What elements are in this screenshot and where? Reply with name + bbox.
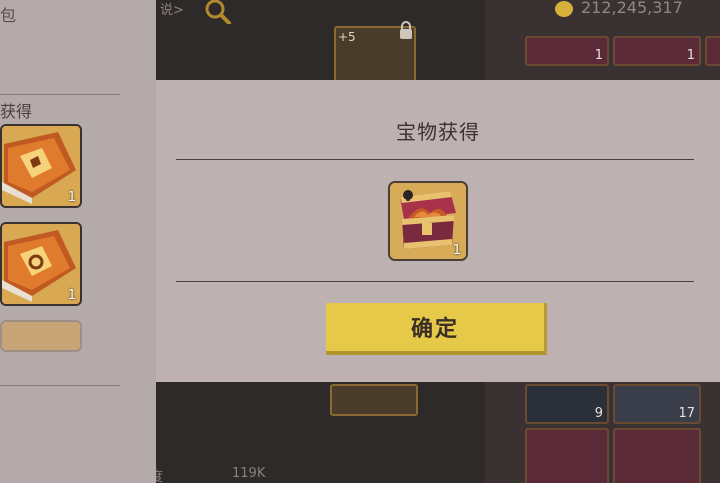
gold-amount: 212,245,317 [581, 0, 683, 17]
item-slot-spellbook[interactable]: 1 [0, 222, 82, 306]
panel-subtitle: 获得 [0, 102, 33, 121]
item-list-panel: 包 获得 1 1 [0, 0, 156, 483]
inventory-slot[interactable]: 1 [705, 36, 720, 66]
level-badge: +5 [338, 30, 356, 44]
divider [0, 94, 120, 95]
search-icon[interactable] [202, 0, 232, 24]
divider [0, 385, 120, 386]
lock-icon [400, 21, 412, 39]
reward-item-slot[interactable]: 1 [388, 181, 468, 261]
dialog-title: 宝物获得 [396, 120, 480, 144]
treasure-reward-dialog: 宝物获得 1 确定 [156, 80, 720, 382]
item-quantity: 1 [67, 190, 76, 205]
divider [176, 159, 694, 160]
divider [176, 281, 694, 282]
inventory-slot[interactable]: 17 [613, 384, 701, 424]
inventory-slot[interactable]: 1 [613, 36, 701, 66]
inventory-slot[interactable]: 9 [525, 384, 609, 424]
item-slot-spellbook[interactable]: 1 [0, 124, 82, 208]
confirm-button[interactable]: 确定 [326, 303, 547, 355]
inventory-slot[interactable] [613, 428, 701, 483]
gold-coin-icon [555, 1, 573, 17]
inventory-slot[interactable] [525, 428, 609, 483]
equipment-slot[interactable] [330, 384, 418, 416]
item-slot-partial[interactable] [0, 320, 82, 352]
panel-title: 包 [0, 6, 17, 25]
reward-quantity: 1 [452, 243, 461, 258]
stat-value: 119K [232, 466, 266, 481]
inventory-slot[interactable]: 1 [525, 36, 609, 66]
item-quantity: 1 [67, 288, 76, 303]
